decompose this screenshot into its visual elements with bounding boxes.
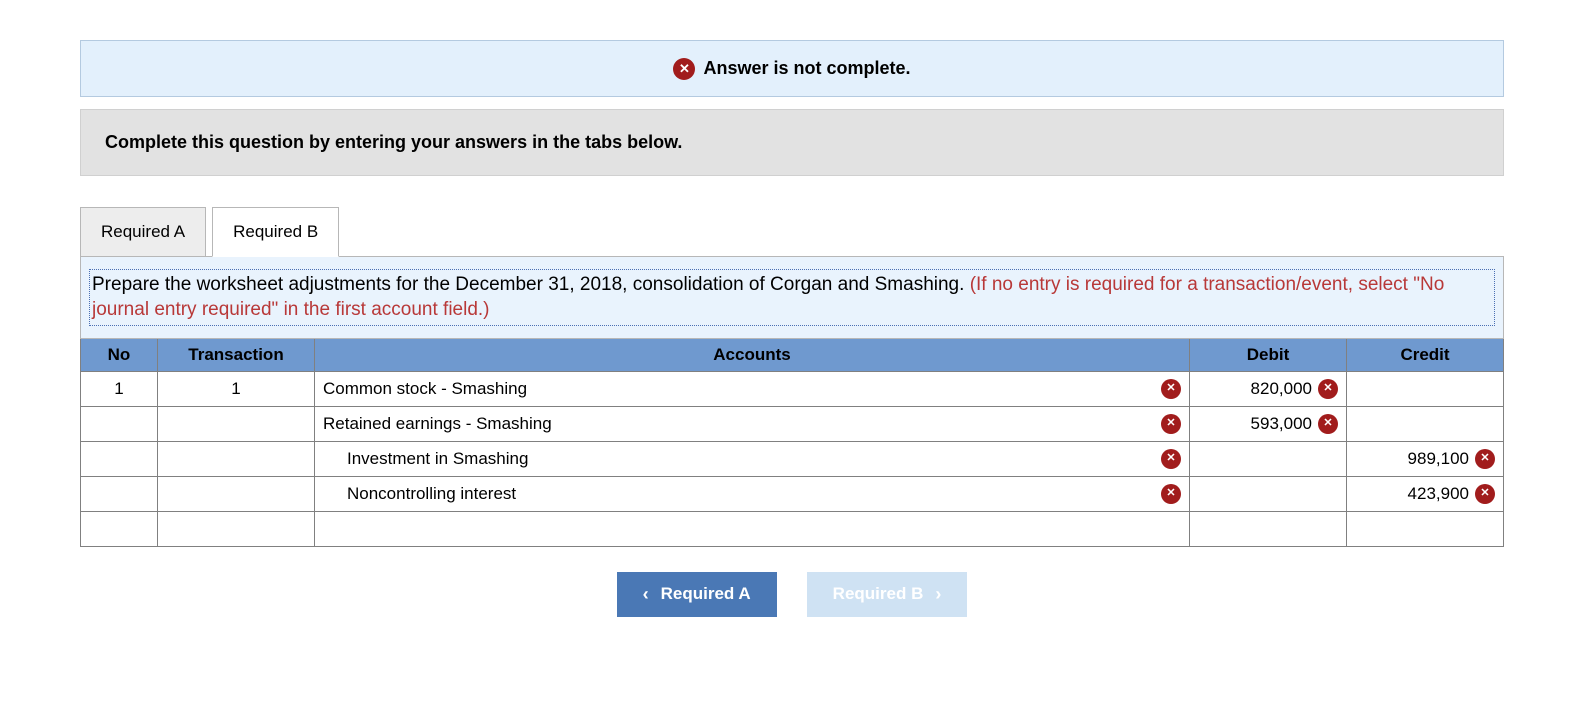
tab-bar: Required A Required B [80, 206, 1504, 256]
cell-debit[interactable] [1190, 441, 1347, 476]
table-row: Noncontrolling interest ✕ 423,900 ✕ [81, 476, 1504, 511]
error-icon: ✕ [1318, 379, 1338, 399]
table-row: 11 Common stock - Smashing ✕ 820,000 ✕ [81, 371, 1504, 406]
account-name: Noncontrolling interest [347, 484, 516, 504]
credit-value: 989,100 [1408, 449, 1469, 469]
cell-credit[interactable] [1347, 371, 1504, 406]
nav-buttons: ‹ Required A Required B › [80, 572, 1504, 617]
cell-credit[interactable] [1347, 406, 1504, 441]
cell-account[interactable]: Common stock - Smashing ✕ [315, 371, 1190, 406]
status-banner: ✕ Answer is not complete. [80, 40, 1504, 97]
tab-label: Required B [233, 222, 318, 241]
cell-credit[interactable]: 423,900 ✕ [1347, 476, 1504, 511]
cell-account[interactable]: Investment in Smashing ✕ [315, 441, 1190, 476]
cell-transaction[interactable]: 1 [158, 371, 315, 406]
table-row: Retained earnings - Smashing ✕ 593,000 ✕ [81, 406, 1504, 441]
col-header-accounts: Accounts [315, 338, 1190, 371]
cell-no[interactable] [81, 406, 158, 441]
cell-account[interactable] [315, 511, 1190, 546]
tab-required-a[interactable]: Required A [80, 207, 206, 257]
col-header-no: No [81, 338, 158, 371]
prompt-box: Prepare the worksheet adjustments for th… [89, 269, 1495, 326]
prev-button[interactable]: ‹ Required A [617, 572, 777, 617]
cell-credit[interactable] [1347, 511, 1504, 546]
account-name: Retained earnings - Smashing [323, 414, 552, 434]
debit-value: 593,000 [1251, 414, 1312, 434]
next-label: Required B [833, 584, 924, 604]
cell-debit[interactable]: 820,000 ✕ [1190, 371, 1347, 406]
col-header-credit: Credit [1347, 338, 1504, 371]
error-icon: ✕ [1318, 414, 1338, 434]
col-header-transaction: Transaction [158, 338, 315, 371]
cell-account[interactable]: Noncontrolling interest ✕ [315, 476, 1190, 511]
cell-no[interactable] [81, 511, 158, 546]
error-icon: ✕ [1161, 379, 1181, 399]
next-button[interactable]: Required B › [807, 572, 968, 617]
cell-no[interactable]: 1 [81, 371, 158, 406]
table-row [81, 511, 1504, 546]
cell-credit[interactable]: 989,100 ✕ [1347, 441, 1504, 476]
cell-debit[interactable]: 593,000 ✕ [1190, 406, 1347, 441]
col-header-debit: Debit [1190, 338, 1347, 371]
cell-transaction[interactable] [158, 441, 315, 476]
chevron-left-icon: ‹ [643, 584, 649, 605]
debit-value: 820,000 [1251, 379, 1312, 399]
account-name: Common stock - Smashing [323, 379, 527, 399]
cell-no[interactable] [81, 476, 158, 511]
prompt-text: Prepare the worksheet adjustments for th… [92, 274, 970, 295]
cell-account[interactable]: Retained earnings - Smashing ✕ [315, 406, 1190, 441]
error-icon: ✕ [1475, 449, 1495, 469]
error-icon: ✕ [1161, 484, 1181, 504]
instruction-text: Complete this question by entering your … [105, 132, 682, 152]
table-row: Investment in Smashing ✕ 989,100 ✕ [81, 441, 1504, 476]
cell-no[interactable] [81, 441, 158, 476]
tab-required-b[interactable]: Required B [212, 207, 339, 257]
credit-value: 423,900 [1408, 484, 1469, 504]
cell-transaction[interactable] [158, 406, 315, 441]
cell-transaction[interactable] [158, 476, 315, 511]
error-icon: ✕ [673, 58, 695, 80]
error-icon: ✕ [1161, 449, 1181, 469]
instruction-bar: Complete this question by entering your … [80, 109, 1504, 176]
error-icon: ✕ [1161, 414, 1181, 434]
cell-debit[interactable] [1190, 511, 1347, 546]
cell-transaction[interactable] [158, 511, 315, 546]
status-text: Answer is not complete. [703, 58, 910, 79]
chevron-right-icon: › [935, 584, 941, 605]
account-name: Investment in Smashing [347, 449, 528, 469]
tab-label: Required A [101, 222, 185, 241]
tab-content: Prepare the worksheet adjustments for th… [80, 256, 1504, 339]
cell-debit[interactable] [1190, 476, 1347, 511]
error-icon: ✕ [1475, 484, 1495, 504]
journal-table: No Transaction Accounts Debit Credit 11C… [80, 338, 1504, 547]
prev-label: Required A [661, 584, 751, 604]
